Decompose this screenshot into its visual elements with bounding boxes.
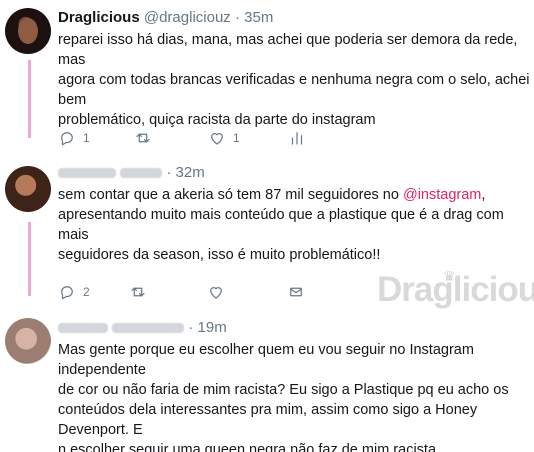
header-separator: · [234, 9, 240, 26]
like-button[interactable] [207, 282, 232, 302]
retweet-button[interactable] [134, 128, 159, 148]
tweet-header: Draglicious @dragliciouz · 35m [58, 9, 534, 27]
blurred-username [58, 168, 116, 179]
direct-message-button[interactable] [287, 282, 305, 302]
tweet-time[interactable]: 32m [176, 164, 205, 181]
envelope-icon [287, 283, 305, 301]
reply-button[interactable]: 1 [58, 128, 90, 148]
like-button[interactable]: 1 [208, 128, 240, 148]
avatar[interactable] [5, 166, 51, 212]
tweet-time[interactable]: 35m [244, 9, 273, 26]
header-separator: · [188, 319, 194, 336]
avatar[interactable] [5, 318, 51, 364]
tweet-item[interactable]: · 32m sem contar que a akeria só tem 87 … [58, 164, 534, 300]
reply-count: 1 [83, 131, 90, 145]
avatar-face [18, 18, 38, 44]
reply-count: 2 [83, 285, 90, 299]
tweet-text: Mas gente porque eu escolher quem eu vou… [58, 342, 509, 452]
analytics-icon [288, 129, 306, 147]
blurred-handle [112, 323, 185, 334]
heart-icon [207, 283, 225, 301]
retweet-icon [129, 283, 147, 301]
display-name[interactable]: Draglicious [58, 9, 140, 26]
tweet-actions: 2 [58, 282, 358, 302]
tweet-item[interactable]: Draglicious @dragliciouz · 35m reparei i… [58, 9, 534, 146]
heart-icon [208, 129, 226, 147]
tweet-item[interactable]: · 19m Mas gente porque eu escolher quem … [58, 319, 534, 452]
retweet-button[interactable] [129, 282, 154, 302]
header-separator: · [166, 164, 172, 181]
retweet-icon [134, 129, 152, 147]
tweet-header: · 19m [58, 319, 534, 337]
blurred-username [58, 323, 108, 334]
mention-link[interactable]: @instagram [403, 187, 481, 203]
draglicious-watermark: Draglicious ♛ [377, 266, 534, 314]
user-handle[interactable]: @dragliciouz [144, 9, 231, 26]
blurred-handle [120, 168, 163, 179]
tweet-actions: 1 1 [58, 128, 358, 148]
avatar[interactable] [5, 8, 51, 54]
tweet-thread-screenshot: Draglicious @dragliciouz · 35m reparei i… [0, 0, 534, 452]
reply-icon [58, 129, 76, 147]
reply-icon [58, 283, 76, 301]
tweet-header: · 32m [58, 164, 534, 182]
thread-connector [28, 60, 31, 138]
like-count: 1 [233, 131, 240, 145]
reply-button[interactable]: 2 [58, 282, 90, 302]
tweet-text-before-mention: sem contar que a akeria só tem 87 mil se… [58, 187, 403, 203]
tweet-text: reparei isso há dias, mana, mas achei qu… [58, 32, 530, 128]
watermark-text: Draglicious [377, 270, 534, 309]
tweet-time[interactable]: 19m [198, 319, 227, 336]
tweet-text: sem contar que a akeria só tem 87 mil se… [58, 185, 534, 265]
crown-icon: ♛ [443, 268, 456, 284]
analytics-button[interactable] [288, 128, 306, 148]
thread-connector [28, 222, 31, 296]
